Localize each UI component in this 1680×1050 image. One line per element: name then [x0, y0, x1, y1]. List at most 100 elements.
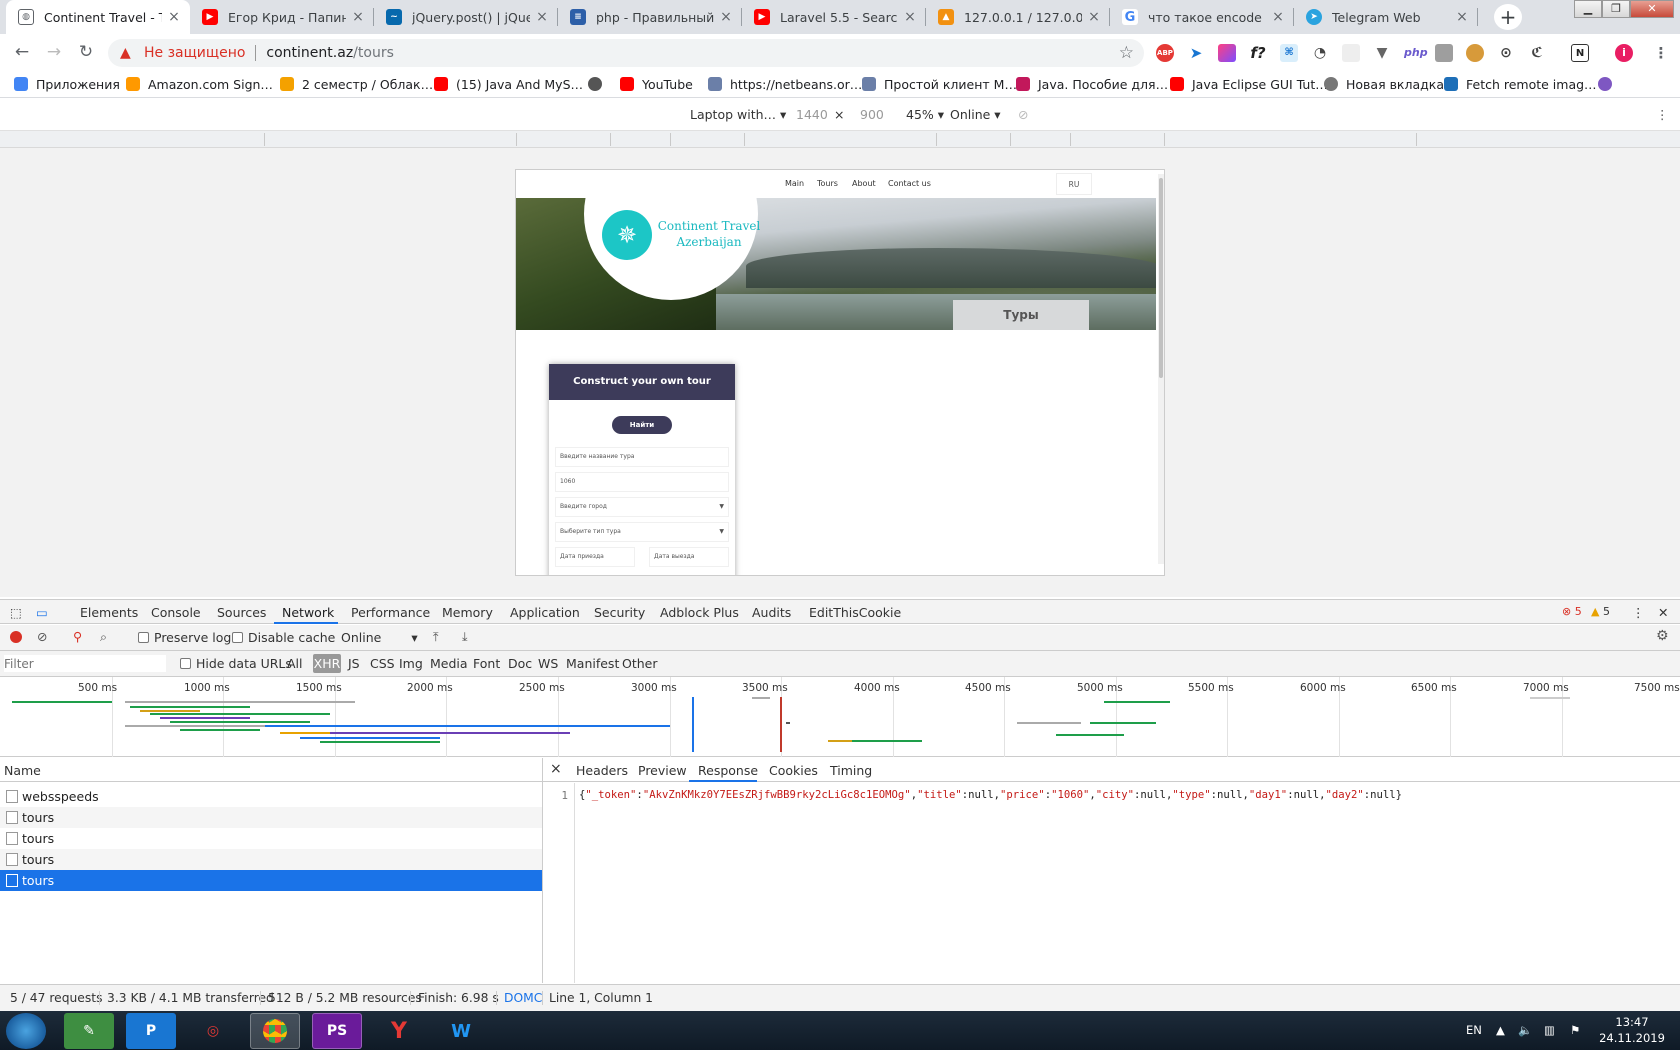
type-filter-xhr[interactable]: XHR [313, 654, 341, 673]
wps-office-icon[interactable]: W [436, 1013, 486, 1049]
start-button[interactable] [6, 1013, 46, 1049]
tab-preview[interactable]: Preview [638, 763, 687, 778]
bookmark-new-tab[interactable]: Новая вкладка [1324, 75, 1444, 93]
search-icon[interactable]: ⌕ [100, 629, 107, 645]
type-filter-ws[interactable]: WS [538, 656, 558, 671]
filter-funnel-icon[interactable]: ▼ [1373, 44, 1391, 62]
language-switch[interactable]: RU [1056, 173, 1092, 195]
bookmark-cloud[interactable]: 2 семестр / Облак… [280, 75, 433, 93]
error-count[interactable]: ⊗ 5 [1562, 605, 1582, 618]
phpstorm-app-icon[interactable]: PS [312, 1013, 362, 1049]
extension-icon[interactable] [1342, 44, 1360, 62]
window-close-icon[interactable]: ✕ [1630, 0, 1674, 18]
close-icon[interactable]: × [902, 9, 918, 25]
tab-elements[interactable]: Elements [80, 605, 138, 620]
action-center-icon[interactable]: ⚑ [1570, 1023, 1580, 1037]
extension-icon[interactable]: ℭ [1528, 44, 1546, 62]
tab-network[interactable]: Network [282, 605, 334, 620]
tab-editthiscookie[interactable]: EditThisCookie [809, 605, 901, 620]
tab-headers[interactable]: Headers [576, 763, 628, 778]
php-icon[interactable]: php [1404, 44, 1428, 62]
clear-icon[interactable]: ⊘ [37, 629, 47, 644]
type-filter-manifest[interactable]: Manifest [566, 656, 619, 671]
type-filter-font[interactable]: Font [473, 656, 500, 671]
bookmark-skype[interactable] [1598, 75, 1620, 93]
color-picker-icon[interactable] [1218, 44, 1236, 62]
device-toggle-icon[interactable]: ▭ [36, 605, 48, 620]
find-button[interactable]: Найти [612, 416, 672, 434]
hide-data-urls-checkbox[interactable]: Hide data URLs [180, 656, 292, 671]
creative-cloud-icon[interactable]: ◎ [188, 1013, 238, 1049]
volume-icon[interactable]: 🔈 [1518, 1023, 1532, 1037]
departure-date-input[interactable]: Дата выезда [649, 547, 729, 567]
record-icon[interactable] [10, 631, 22, 643]
type-filter-doc[interactable]: Doc [508, 656, 532, 671]
notepad-app-icon[interactable]: ✎ [64, 1013, 114, 1049]
close-icon[interactable]: × [166, 9, 182, 25]
tab-google-search[interactable]: G что такое encode - По… × [1110, 0, 1294, 34]
site-logo[interactable]: Continent Travel Azerbaijan [654, 218, 764, 250]
address-bar[interactable]: ▲ Не защищено continent.az/tours ☆ [108, 39, 1144, 67]
bookmark-youtube[interactable]: YouTube [620, 75, 693, 93]
bookmark-eclipse-gui[interactable]: Java Eclipse GUI Tut… [1170, 75, 1328, 93]
filter-input[interactable] [4, 655, 166, 672]
tab-security[interactable]: Security [594, 605, 645, 620]
nav-main-link[interactable]: Main [785, 179, 804, 188]
tab-php-question[interactable]: ≡ php - Правильный пр… × [558, 0, 742, 34]
arrival-date-input[interactable]: Дата приезда [555, 547, 635, 567]
network-throttle-select[interactable]: Online ▾ [341, 630, 418, 645]
throttle-select[interactable]: Online ▾ [950, 107, 1001, 122]
request-row[interactable]: tours [0, 807, 542, 828]
close-icon[interactable]: × [1454, 9, 1470, 25]
type-filter-js[interactable]: JS [348, 656, 360, 671]
bookmark-amazon[interactable]: Amazon.com Sign… [126, 75, 273, 93]
new-tab-button[interactable]: + [1494, 4, 1522, 30]
tab-application[interactable]: Application [510, 605, 580, 620]
tab-laravel-search[interactable]: ▶ Laravel 5.5 - Search wit… × [742, 0, 926, 34]
yandex-browser-icon[interactable]: Y [374, 1013, 424, 1049]
tab-timing[interactable]: Timing [830, 763, 872, 778]
back-arrow-icon[interactable]: ← [10, 40, 34, 64]
close-icon[interactable]: × [718, 9, 734, 25]
bookmark-apps[interactable]: Приложения [14, 75, 120, 93]
nav-tours-link[interactable]: Tours [817, 179, 838, 188]
type-filter-other[interactable]: Other [622, 656, 658, 671]
menu-dots-icon[interactable]: ⋮ [1652, 44, 1670, 62]
minimize-icon[interactable]: ▁ [1574, 0, 1602, 18]
tab-youtube-song[interactable]: ▶ Егор Крид - Папина дочка × [190, 0, 374, 34]
nav-about-link[interactable]: About [852, 179, 876, 188]
paint-app-icon[interactable]: P [126, 1013, 176, 1049]
tab-telegram[interactable]: ➤ Telegram Web × [1294, 0, 1478, 34]
bookmark-star-icon[interactable]: ☆ [1119, 43, 1134, 63]
import-har-icon[interactable]: ⤒ [433, 629, 439, 645]
reload-icon[interactable]: ↻ [74, 40, 98, 64]
export-har-icon[interactable]: ⤓ [462, 629, 468, 645]
price-input[interactable]: 1060 [555, 472, 729, 492]
type-filter-css[interactable]: CSS [370, 656, 395, 671]
zoom-select[interactable]: 45% ▾ [906, 107, 944, 122]
bookmark-java-guide[interactable]: Java. Пособие для… [1016, 75, 1168, 93]
tour-name-input[interactable]: Введите название тура [555, 447, 729, 467]
tab-jquery-post[interactable]: ~ jQuery.post() | jQuery API × [374, 0, 558, 34]
city-select[interactable]: Введите город ▼ [555, 497, 729, 517]
tab-memory[interactable]: Memory [442, 605, 493, 620]
tab-adblock-plus[interactable]: Adblock Plus [660, 605, 739, 620]
nav-contact-link[interactable]: Contact us [888, 179, 931, 188]
speedometer-icon[interactable]: ◔ [1311, 44, 1329, 62]
bookmark-simple-client[interactable]: Простой клиент М… [862, 75, 1017, 93]
tab-continent-travel[interactable]: ◍ Continent Travel - Tours × [6, 0, 190, 34]
type-filter-img[interactable]: Img [399, 656, 423, 671]
keyboard-language[interactable]: EN [1466, 1023, 1482, 1037]
rotate-icon[interactable]: ⊘ [1018, 107, 1028, 122]
tab-audits[interactable]: Audits [752, 605, 791, 620]
extension-icon[interactable]: N [1571, 44, 1589, 62]
tab-console[interactable]: Console [151, 605, 201, 620]
extension-icon[interactable]: ⌘ [1280, 44, 1298, 62]
disable-cache-checkbox[interactable]: Disable cache [232, 630, 335, 645]
tab-sources[interactable]: Sources [217, 605, 266, 620]
request-row[interactable]: tours [0, 828, 542, 849]
tray-up-arrow-icon[interactable]: ▲ [1496, 1023, 1505, 1037]
device-height-input[interactable]: 900 [860, 107, 884, 122]
forward-arrow-icon[interactable]: → [42, 40, 66, 64]
close-icon[interactable]: × [1086, 9, 1102, 25]
